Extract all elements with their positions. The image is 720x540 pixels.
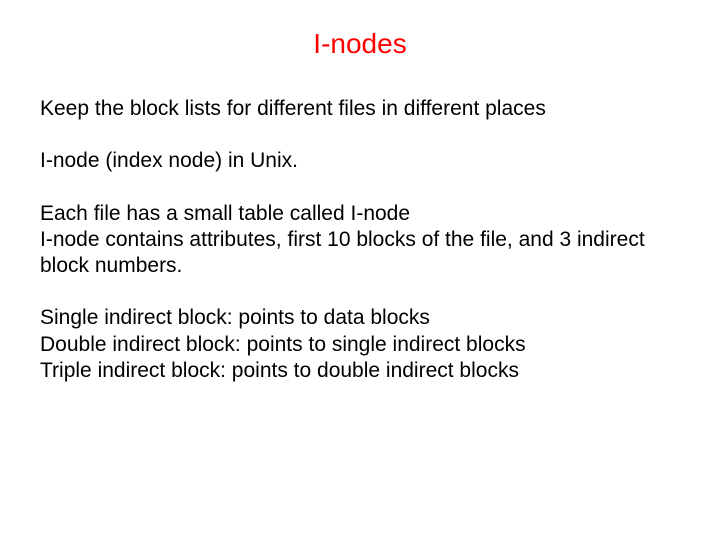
paragraph: I-node (index node) in Unix. bbox=[40, 148, 680, 174]
paragraph: Each file has a small table called I-nod… bbox=[40, 201, 680, 280]
paragraph: Single indirect block: points to data bl… bbox=[40, 305, 680, 384]
slide: I-nodes Keep the block lists for differe… bbox=[0, 0, 720, 540]
paragraph: Keep the block lists for different files… bbox=[40, 96, 680, 122]
slide-body: Keep the block lists for different files… bbox=[40, 96, 680, 384]
slide-title: I-nodes bbox=[0, 28, 720, 60]
